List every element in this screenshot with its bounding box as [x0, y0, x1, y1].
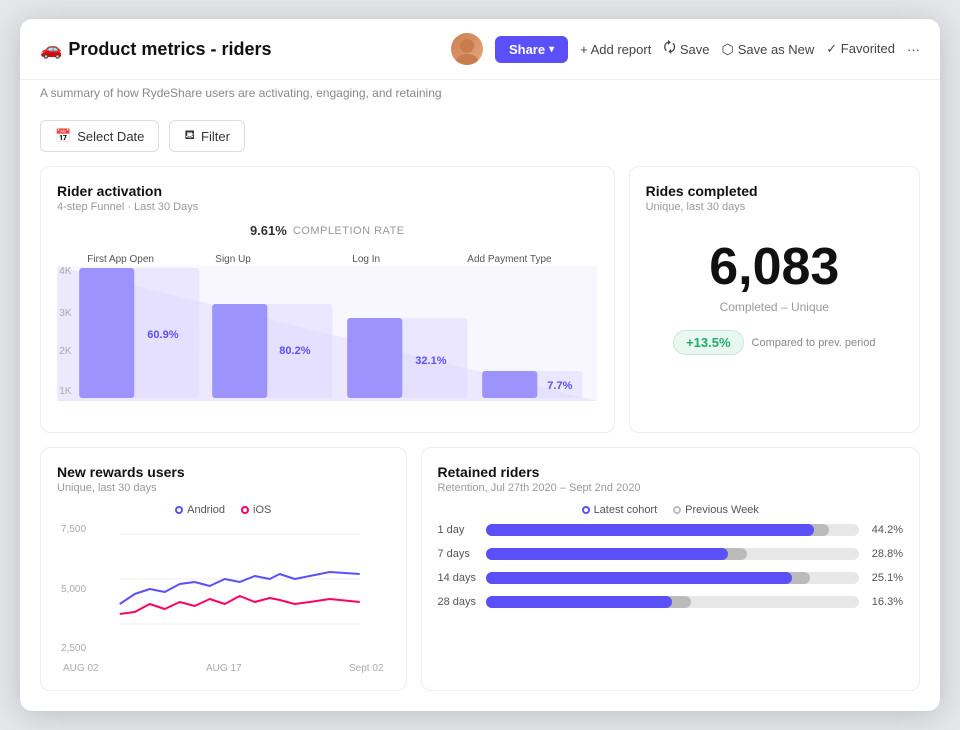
filter-icon: ⛾ [184, 127, 195, 145]
rewards-title: New rewards users [57, 464, 390, 480]
filter-button[interactable]: ⛾ Filter [169, 120, 245, 152]
legend-prev-week: Previous Week [673, 504, 759, 516]
save-icon: 🗘 [663, 37, 676, 61]
rewards-x-labels: AUG 02 AUG 17 Sept 02 [57, 659, 390, 674]
bar-purple-14days [486, 572, 792, 584]
save-new-button[interactable]: ⬡ Save as New [721, 41, 814, 58]
retained-card: Retained riders Retention, Jul 27th 2020… [421, 447, 921, 691]
retained-title: Retained riders [438, 464, 904, 480]
rewards-line-chart [90, 524, 389, 659]
header-actions: Share ▾ + Add report 🗘 Save ⬡ Save as Ne… [451, 33, 920, 65]
rides-compare: Compared to prev. period [752, 337, 876, 349]
legend-latest-cohort: Latest cohort [582, 504, 658, 516]
svg-text:1K: 1K [59, 386, 72, 397]
rewards-y-labels: 7,500 5,000 2,500 [57, 524, 90, 654]
svg-text:60.9%: 60.9% [147, 329, 178, 341]
more-button[interactable]: ··· [907, 42, 920, 57]
bar-row-28days: 28 days 16.3% [438, 596, 904, 608]
retained-subtitle: Retention, Jul 27th 2020 – Sept 2nd 2020 [438, 482, 904, 494]
rewards-chart-wrapper: 7,500 5,000 2,500 [57, 524, 390, 659]
funnel-svg: 4K 3K 2K 1K First App Open Sign Up Log I… [57, 246, 598, 416]
svg-text:32.1%: 32.1% [415, 355, 446, 367]
bar-track-28days [486, 596, 860, 608]
bar-purple-1day [486, 524, 815, 536]
select-date-button[interactable]: 📅 Select Date [40, 120, 159, 152]
top-row: Rider activation 4-step Funnel · Last 30… [40, 166, 920, 433]
car-emoji: 🚗 [40, 39, 62, 60]
rides-badge-row: +13.5% Compared to prev. period [646, 330, 903, 355]
latest-cohort-dot [582, 506, 590, 514]
svg-text:7.7%: 7.7% [547, 380, 572, 392]
header: 🚗 Product metrics - riders Share ▾ + Add… [20, 19, 940, 80]
rides-subtitle: Unique, last 30 days [646, 201, 903, 213]
bar-track-14days [486, 572, 860, 584]
save-new-icon: ⬡ [721, 41, 733, 58]
ios-dot [241, 506, 249, 514]
bar-row-7days: 7 days 28.8% [438, 548, 904, 560]
svg-text:2K: 2K [59, 346, 72, 357]
rides-label: Completed – Unique [646, 300, 903, 314]
funnel-chart: 4K 3K 2K 1K First App Open Sign Up Log I… [57, 246, 598, 416]
avatar [451, 33, 483, 65]
completion-rate-label: 9.61% COMPLETION RATE [57, 223, 598, 238]
save-button[interactable]: 🗘 Save [663, 37, 709, 61]
legend-android: Andriod [175, 504, 225, 516]
activation-card: Rider activation 4-step Funnel · Last 30… [40, 166, 615, 433]
rewards-subtitle: Unique, last 30 days [57, 482, 390, 494]
share-button[interactable]: Share ▾ [495, 36, 568, 63]
chevron-down-icon: ▾ [549, 44, 554, 55]
bottom-row: New rewards users Unique, last 30 days A… [40, 447, 920, 691]
bar-row-1day: 1 day 44.2% [438, 524, 904, 536]
retained-legend: Latest cohort Previous Week [438, 504, 904, 516]
svg-text:4K: 4K [59, 266, 72, 277]
rides-number: 6,083 [646, 239, 903, 296]
svg-text:Add Payment Type: Add Payment Type [467, 254, 552, 265]
main-content: Rider activation 4-step Funnel · Last 30… [20, 166, 940, 711]
bar-track-1day [486, 524, 860, 536]
svg-text:Sign Up: Sign Up [215, 254, 251, 265]
bar-purple-7days [486, 548, 729, 560]
retained-bar-chart: 1 day 44.2% 7 days [438, 524, 904, 608]
header-left: 🚗 Product metrics - riders [40, 39, 441, 60]
calendar-icon: 📅 [55, 128, 71, 144]
svg-text:Log In: Log In [352, 254, 380, 265]
prev-week-dot [673, 506, 681, 514]
svg-text:3K: 3K [59, 308, 72, 319]
rides-badge: +13.5% [673, 330, 743, 355]
legend-ios: iOS [241, 504, 271, 516]
toolbar: 📅 Select Date ⛾ Filter [20, 112, 940, 166]
bar-row-14days: 14 days 25.1% [438, 572, 904, 584]
add-report-button[interactable]: + Add report [580, 42, 651, 57]
svg-text:First App Open: First App Open [87, 254, 154, 265]
activation-subtitle: 4-step Funnel · Last 30 Days [57, 201, 598, 213]
rides-title: Rides completed [646, 183, 903, 199]
rides-card: Rides completed Unique, last 30 days 6,0… [629, 166, 920, 433]
rewards-legend: Andriod iOS [57, 504, 390, 516]
bar-track-7days [486, 548, 860, 560]
svg-text:80.2%: 80.2% [279, 345, 310, 357]
favorited-button[interactable]: ✓ Favorited [826, 41, 895, 57]
subtitle: A summary of how RydeShare users are act… [20, 80, 940, 112]
bar-purple-28days [486, 596, 673, 608]
android-dot [175, 506, 183, 514]
rewards-card: New rewards users Unique, last 30 days A… [40, 447, 407, 691]
page-title: 🚗 Product metrics - riders [40, 39, 271, 60]
activation-title: Rider activation [57, 183, 598, 199]
